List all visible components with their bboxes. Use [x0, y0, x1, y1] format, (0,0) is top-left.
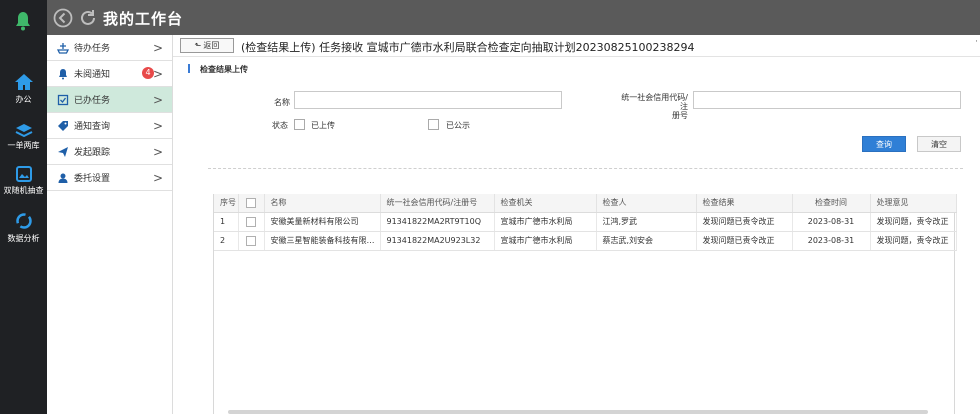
clear-button[interactable]: 清空 — [917, 136, 961, 152]
page-title: 我的工作台 — [103, 10, 184, 28]
cell-date: 2023-08-31 — [792, 231, 871, 251]
col-header-credit-code: 统一社会信用代码/注册号 — [380, 194, 495, 213]
cell-select — [238, 231, 265, 251]
rail-item-random-check[interactable]: 双随机抽查 — [0, 166, 47, 196]
chevron-right-icon: > — [152, 171, 163, 185]
chevron-right-icon: > — [152, 41, 163, 55]
image-icon — [15, 166, 32, 182]
return-arrow-icon: ⬑ — [194, 41, 202, 50]
col-header-result: 检查结果 — [696, 194, 793, 213]
credit-code-label: 统一社会信用代码/注 册号 — [614, 93, 688, 120]
col-header-index: 序号 — [214, 194, 239, 213]
cell-credit-code: 91341822MA2RT9T10Q — [380, 212, 495, 232]
back-button-label: 返回 — [203, 41, 220, 50]
checklist-icon — [56, 93, 70, 107]
credit-code-label-line1: 统一社会信用代码/注 — [621, 93, 688, 111]
rail-item-label: 数据分析 — [7, 234, 40, 243]
back-button[interactable]: ⬑ 返回 — [180, 38, 234, 53]
sidebar-item-done[interactable]: 已办任务 > — [47, 87, 172, 113]
rail-item-label: 双随机抽查 — [3, 186, 44, 195]
rail-item-data-analysis[interactable]: 数据分析 — [0, 212, 47, 244]
col-header-opinion: 处理意见 — [870, 194, 957, 213]
rail-item-office[interactable]: 办公 — [0, 73, 47, 105]
cell-index: 2 — [214, 231, 239, 251]
breadcrumb-text: (检查结果上传) 任务接收 宣城市广德市水利局联合检查定向抽取计划2023082… — [241, 41, 695, 54]
divider — [208, 168, 963, 169]
query-button[interactable]: 查询 — [862, 136, 906, 152]
col-header-select — [238, 194, 265, 213]
breadcrumb: ⬑ 返回 (检查结果上传) 任务接收 宣城市广德市水利局联合检查定向抽取计划20… — [173, 35, 980, 57]
row-checkbox[interactable] — [246, 235, 256, 246]
chevron-right-icon: > — [152, 119, 163, 133]
results-table: 序号 名称 统一社会信用代码/注册号 检查机关 检查人 检查结果 检查时间 处理… — [213, 194, 957, 414]
more-indicator-icon: · — [975, 37, 978, 47]
user-icon — [56, 171, 70, 185]
uploaded-checkbox[interactable] — [294, 119, 305, 130]
cell-index: 1 — [214, 212, 239, 232]
rail-item-label: 一单两库 — [7, 141, 40, 150]
cell-select — [238, 212, 265, 232]
cell-authority: 宣城市广德市水利局 — [494, 212, 597, 232]
cell-opinion: 发现问题，责令改正 — [870, 212, 957, 232]
home-icon — [14, 74, 33, 90]
sidebar-item-label: 未阅通知 — [74, 70, 111, 80]
layers-icon — [15, 124, 32, 137]
col-header-date: 检查时间 — [792, 194, 871, 213]
table-header-row: 序号 名称 统一社会信用代码/注册号 检查机关 检查人 检查结果 检查时间 处理… — [214, 194, 957, 213]
send-icon — [56, 145, 70, 159]
select-all-checkbox[interactable] — [246, 197, 256, 208]
table-row[interactable]: 2 安徽三星智能装备科技有限公司 91341822MA2U923L32 宣城市广… — [214, 231, 957, 251]
refresh-circle-icon — [15, 213, 32, 229]
sidebar-item-label: 发起跟踪 — [74, 148, 111, 158]
bell-logo-icon — [11, 9, 35, 36]
sidebar-item-unread[interactable]: 未阅通知 4 > — [47, 61, 172, 87]
col-header-authority: 检查机关 — [494, 194, 597, 213]
sidebar-item-label: 待办任务 — [74, 44, 111, 54]
sidebar-item-todo[interactable]: 待办任务 > — [47, 35, 172, 61]
chevron-right-icon: > — [152, 145, 163, 159]
horizontal-scrollbar[interactable] — [228, 410, 928, 414]
cell-name: 安徽美量新材料有限公司 — [264, 212, 381, 232]
cell-inspector: 蔡志武,刘安会 — [596, 231, 697, 251]
credit-code-input[interactable] — [693, 91, 961, 109]
cell-result: 发现问题已责令改正 — [696, 231, 793, 251]
top-header: 我的工作台 — [47, 0, 980, 35]
cell-opinion: 发现问题，责令改正 — [870, 231, 957, 251]
cell-name: 安徽三星智能装备科技有限公司 — [264, 231, 381, 251]
cell-inspector: 江鸿,罗武 — [596, 212, 697, 232]
uploaded-option-label: 已上传 — [311, 121, 335, 130]
sidebar-item-label: 委托设置 — [74, 174, 111, 184]
refresh-icon[interactable] — [78, 8, 98, 28]
col-header-name: 名称 — [264, 194, 381, 213]
sidebar-item-delegate[interactable]: 委托设置 > — [47, 165, 172, 191]
rail-item-label: 办公 — [15, 95, 32, 104]
sidebar-item-tracking[interactable]: 发起跟踪 > — [47, 139, 172, 165]
ship-icon — [56, 41, 70, 55]
name-input[interactable] — [294, 91, 562, 109]
sidebar-item-label: 已办任务 — [74, 96, 111, 106]
bell-icon — [56, 67, 70, 81]
published-option-label: 已公示 — [446, 121, 470, 130]
cell-authority: 宣城市广德市水利局 — [494, 231, 597, 251]
sidebar: 待办任务 > 未阅通知 4 > 已办任务 > 通知查询 > 发起跟踪 > 委托设… — [47, 35, 173, 414]
sidebar-item-label: 通知查询 — [74, 122, 111, 132]
chevron-right-icon: > — [152, 67, 163, 81]
cell-date: 2023-08-31 — [792, 212, 871, 232]
col-header-inspector: 检查人 — [596, 194, 697, 213]
chevron-right-icon: > — [152, 93, 163, 107]
published-checkbox[interactable] — [428, 119, 439, 130]
sidebar-item-notice-query[interactable]: 通知查询 > — [47, 113, 172, 139]
cell-credit-code: 91341822MA2U923L32 — [380, 231, 495, 251]
rail-item-library[interactable]: 一单两库 — [0, 123, 47, 151]
left-rail: 办公 一单两库 双随机抽查 数据分析 — [0, 0, 47, 414]
table-row[interactable]: 1 安徽美量新材料有限公司 91341822MA2RT9T10Q 宣城市广德市水… — [214, 212, 957, 232]
section-title: 检查结果上传 — [188, 64, 248, 75]
credit-code-label-line2: 册号 — [672, 111, 688, 120]
cell-result: 发现问题已责令改正 — [696, 212, 793, 232]
tag-icon — [56, 119, 70, 133]
back-circle-icon[interactable] — [53, 8, 73, 28]
row-checkbox[interactable] — [246, 216, 256, 227]
name-label: 名称 — [274, 98, 290, 107]
status-label: 状态 — [272, 121, 288, 130]
